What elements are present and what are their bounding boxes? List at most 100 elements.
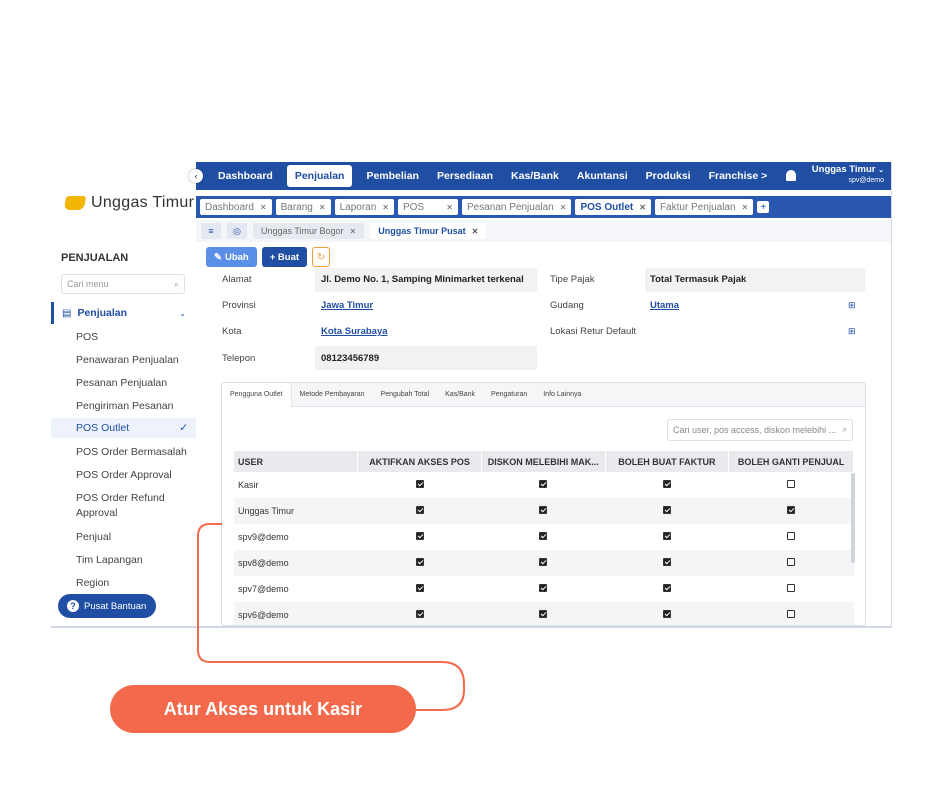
gudang-link[interactable]: Utama — [650, 300, 679, 311]
nav-kas-bank[interactable]: Kas/Bank — [503, 165, 567, 187]
help-center-button[interactable]: ? Pusat Bantuan — [58, 594, 156, 618]
close-icon[interactable]: ✕ — [446, 203, 453, 212]
unchecked-checkbox[interactable] — [787, 532, 796, 540]
checked-checkbox[interactable] — [539, 480, 548, 488]
provinsi-link[interactable]: Jawa Timur — [321, 300, 373, 311]
bell-icon[interactable] — [786, 170, 796, 181]
tab-pos[interactable]: POS ✕ — [397, 199, 458, 215]
checked-checkbox[interactable] — [662, 558, 671, 566]
column-header-diskon[interactable]: DISKON MELEBIHI MAK... — [481, 451, 606, 472]
user-cell: Kasir — [238, 480, 259, 490]
qr-code-icon[interactable]: ⊞ — [848, 300, 856, 311]
checked-checkbox[interactable] — [662, 610, 671, 618]
sidebar-item-pos[interactable]: POS — [76, 330, 191, 345]
unchecked-checkbox[interactable] — [787, 480, 796, 488]
tab-metode-pembayaran[interactable]: Metode Pembayaran — [292, 383, 373, 407]
close-icon[interactable]: ✕ — [350, 227, 357, 236]
user-menu[interactable]: Unggas Timur ⌄ spv@demo — [812, 164, 884, 184]
subtab-unggas-timur-bogor[interactable]: Unggas Timur Bogor ✕ — [253, 223, 365, 239]
tab-pengguna-outlet[interactable]: Pengguna Outlet — [222, 383, 292, 407]
checked-checkbox[interactable] — [539, 506, 548, 514]
subtab-unggas-timur-pusat[interactable]: Unggas Timur Pusat ✕ — [370, 223, 487, 239]
checkbox-cell — [728, 550, 854, 576]
tab-pesanan-penjualan[interactable]: Pesanan Penjualan ✕ — [461, 199, 572, 215]
table-scrollbar[interactable] — [851, 473, 855, 563]
sidebar-item-penawaran-penjualan[interactable]: Penawaran Penjualan — [76, 353, 191, 368]
checked-checkbox[interactable] — [662, 480, 671, 488]
tab-info-lainnya[interactable]: Info Lainnya — [535, 383, 589, 407]
unchecked-checkbox[interactable] — [787, 558, 796, 566]
collapse-sidebar-button[interactable]: ‹ — [189, 169, 203, 183]
checked-checkbox[interactable] — [539, 584, 548, 592]
sidebar-item-tim-lapangan[interactable]: Tim Lapangan — [76, 553, 191, 568]
sidebar-group-penjualan[interactable]: ▤ Penjualan ⌄ — [51, 302, 196, 324]
qr-code-icon[interactable]: ⊞ — [848, 326, 856, 337]
sidebar-item-pos-order-bermasalah[interactable]: POS Order Bermasalah — [76, 445, 191, 460]
sidebar-item-pos-order-refund-approval[interactable]: POS Order Refund Approval — [76, 491, 191, 521]
target-icon[interactable]: ◎ — [227, 223, 247, 239]
close-icon[interactable]: ✕ — [319, 203, 326, 212]
checkbox-cell — [481, 576, 605, 602]
nav-franchise[interactable]: Franchise > — [701, 165, 776, 187]
tab-faktur-penjualan[interactable]: Faktur Penjualan ✕ — [654, 199, 754, 215]
brand-logo[interactable]: Unggas Timur — [63, 194, 194, 212]
panel-tabs: Pengguna Outlet Metode Pembayaran Pengub… — [222, 383, 865, 407]
close-icon[interactable]: ✕ — [382, 203, 389, 212]
kota-link[interactable]: Kota Surabaya — [321, 326, 388, 337]
table-row[interactable]: Unggas Timur — [234, 498, 854, 524]
checked-checkbox[interactable] — [415, 480, 424, 488]
sidebar-item-pesanan-penjualan[interactable]: Pesanan Penjualan — [76, 376, 191, 391]
nav-persediaan[interactable]: Persediaan — [429, 165, 501, 187]
column-header-aktifkan-akses-pos[interactable]: AKTIFKAN AKSES POS — [357, 451, 482, 472]
checked-checkbox[interactable] — [539, 558, 548, 566]
close-icon[interactable]: ✕ — [472, 227, 479, 236]
tab-laporan[interactable]: Laporan ✕ — [334, 199, 394, 215]
checkbox-cell — [481, 498, 606, 524]
sidebar-item-penjual[interactable]: Penjual — [76, 530, 191, 545]
tab-pos-outlet[interactable]: POS Outlet ✕ — [575, 199, 651, 215]
nav-dashboard[interactable]: Dashboard — [210, 165, 281, 187]
tipe-pajak-label: Tipe Pajak — [550, 274, 595, 285]
column-header-boleh-buat-faktur[interactable]: BOLEH BUAT FAKTUR — [605, 451, 730, 472]
sidebar-item-pengiriman-pesanan[interactable]: Pengiriman Pesanan — [76, 399, 191, 414]
unchecked-checkbox[interactable] — [787, 610, 796, 618]
user-name: Unggas Timur — [811, 164, 876, 175]
tab-kas-bank[interactable]: Kas/Bank — [437, 383, 483, 407]
telepon-value: 08123456789 — [321, 353, 380, 364]
checked-checkbox[interactable] — [415, 506, 424, 514]
unchecked-checkbox[interactable] — [787, 584, 796, 592]
close-icon[interactable]: ✕ — [260, 203, 267, 212]
sidebar-item-pos-order-approval[interactable]: POS Order Approval — [76, 468, 191, 483]
nav-produksi[interactable]: Produksi — [638, 165, 699, 187]
checked-checkbox[interactable] — [662, 506, 671, 514]
column-header-user[interactable]: USER — [234, 451, 359, 472]
nav-akuntansi[interactable]: Akuntansi — [569, 165, 636, 187]
close-icon[interactable]: ✕ — [742, 203, 749, 212]
sidebar-item-region[interactable]: Region — [76, 576, 191, 591]
tab-barang[interactable]: Barang ✕ — [275, 199, 331, 215]
user-search-input[interactable]: Cari user, pos access, diskon melebihi .… — [667, 419, 853, 441]
sidebar-item-pos-outlet[interactable]: POS Outlet ✓ — [51, 418, 196, 438]
checkbox-cell — [481, 602, 606, 625]
create-button[interactable]: + Buat — [261, 247, 308, 267]
close-icon[interactable]: ✕ — [639, 203, 646, 212]
callout-label: Atur Akses untuk Kasir — [110, 685, 416, 733]
table-row[interactable]: Kasir — [234, 472, 854, 498]
sidebar-search-input[interactable]: Cari menu ⌕ — [61, 274, 185, 294]
checked-checkbox[interactable] — [662, 584, 671, 592]
edit-button[interactable]: ✎ Ubah — [206, 247, 257, 267]
nav-penjualan[interactable]: Penjualan — [286, 165, 353, 187]
checked-checkbox[interactable] — [662, 532, 671, 540]
refresh-icon[interactable]: ↻ — [312, 247, 331, 267]
add-tab-button[interactable]: + — [757, 201, 770, 213]
checked-checkbox[interactable] — [539, 532, 548, 540]
close-icon[interactable]: ✕ — [560, 203, 567, 212]
tab-dashboard[interactable]: Dashboard ✕ — [200, 199, 272, 215]
tab-pengubah-total[interactable]: Pengubah Total — [373, 383, 438, 407]
nav-pembelian[interactable]: Pembelian — [358, 165, 427, 187]
tab-pengaturan[interactable]: Pengaturan — [483, 383, 535, 407]
list-icon[interactable]: ≡ — [201, 223, 221, 239]
checked-checkbox[interactable] — [787, 506, 796, 514]
column-header-boleh-ganti-penjual[interactable]: BOLEH GANTI PENJUAL — [728, 451, 854, 472]
checked-checkbox[interactable] — [539, 610, 548, 618]
